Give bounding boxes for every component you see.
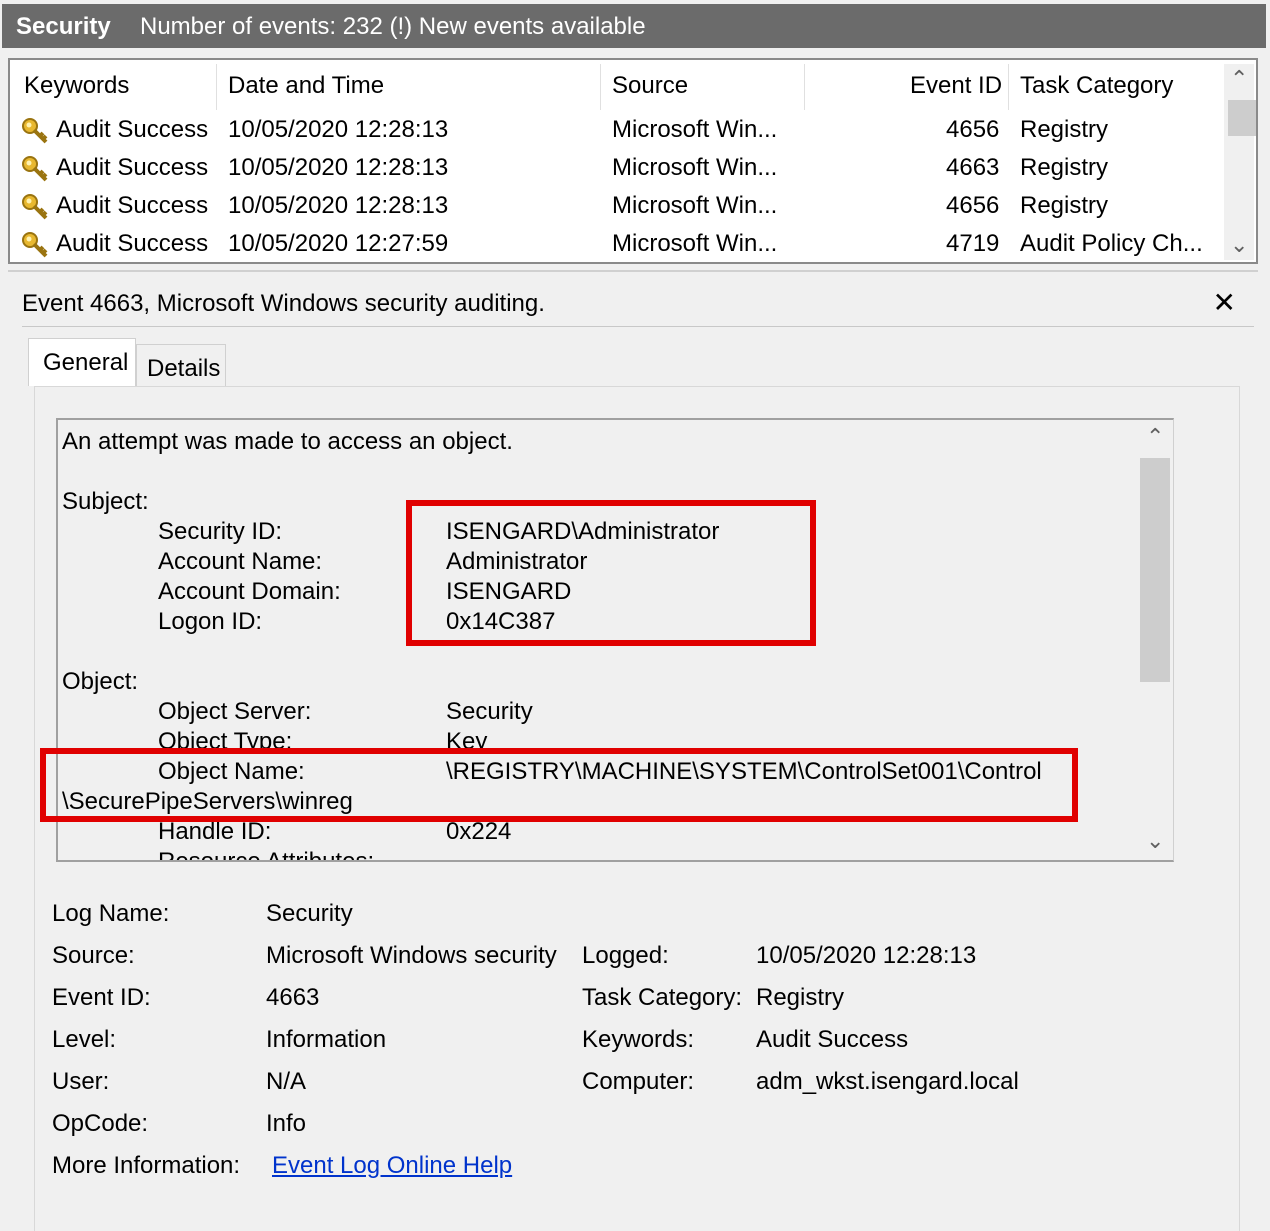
log-name-title: Security	[16, 13, 111, 40]
cell-date-time: 10/05/2020 12:28:13	[228, 192, 449, 219]
prop-value: 10/05/2020 12:28:13	[756, 942, 977, 969]
prop-label: Keywords:	[582, 1026, 695, 1053]
field-value: 0x224	[446, 818, 512, 845]
cell-date-time: 10/05/2020 12:28:13	[228, 154, 449, 181]
column-separator[interactable]	[804, 64, 805, 110]
prop-value: Registry	[756, 984, 845, 1011]
cell-task-category: Registry	[1020, 192, 1109, 219]
prop-label: More Information:	[52, 1152, 241, 1179]
cell-task-category: Registry	[1020, 116, 1109, 143]
column-separator[interactable]	[1008, 64, 1009, 110]
events-status: Number of events: 232 (!) New events ava…	[140, 13, 646, 40]
key-icon	[22, 118, 48, 144]
field-value: -	[446, 848, 454, 862]
table-row[interactable]: Audit Success 10/05/2020 12:28:13 Micros…	[10, 154, 1228, 192]
prop-value: Information	[266, 1026, 387, 1053]
prop-label: User:	[52, 1068, 110, 1095]
close-icon[interactable]: ✕	[1213, 286, 1236, 319]
prop-value: adm_wkst.isengard.local	[756, 1068, 1019, 1095]
column-header-keywords[interactable]: Keywords	[24, 72, 129, 100]
highlight-box-object-name	[40, 748, 1078, 822]
column-header-source[interactable]: Source	[612, 72, 688, 100]
scroll-thumb[interactable]	[1140, 458, 1170, 682]
field-label: Account Domain:	[158, 578, 341, 605]
tab-label: General	[43, 349, 129, 376]
prop-label: Logged:	[582, 942, 669, 969]
prop-value: Security	[266, 900, 353, 927]
highlight-box-subject	[406, 500, 816, 646]
prop-value: Audit Success	[756, 1026, 909, 1053]
prop-label: Task Category:	[582, 984, 743, 1011]
prop-value: 4663	[266, 984, 320, 1011]
scroll-down-icon[interactable]: ⌄	[1146, 828, 1164, 854]
field-label: Logon ID:	[158, 608, 263, 635]
cell-date-time: 10/05/2020 12:27:59	[228, 230, 449, 257]
cell-date-time: 10/05/2020 12:28:13	[228, 116, 449, 143]
prop-label: Log Name:	[52, 900, 170, 927]
field-label: Handle ID:	[158, 818, 272, 845]
cell-event-id: 4656	[946, 116, 1000, 143]
cell-source: Microsoft Win...	[612, 116, 778, 143]
cell-keywords: Audit Success	[56, 230, 209, 257]
prop-label: Computer:	[582, 1068, 695, 1095]
table-row[interactable]: Audit Success 10/05/2020 12:28:13 Micros…	[10, 116, 1228, 154]
tab-general[interactable]: General	[28, 338, 136, 386]
subject-label: Subject:	[62, 488, 149, 515]
event-intro: An attempt was made to access an object.	[62, 428, 513, 455]
cell-keywords: Audit Success	[56, 116, 209, 143]
scroll-down-icon[interactable]: ⌄	[1230, 232, 1248, 258]
column-header-date-time[interactable]: Date and Time	[228, 72, 384, 100]
prop-label: OpCode:	[52, 1110, 149, 1137]
scroll-up-icon[interactable]: ⌃	[1146, 424, 1164, 450]
column-header-event-id[interactable]: Event ID	[910, 72, 1002, 100]
prop-value: N/A	[266, 1068, 307, 1095]
cell-source: Microsoft Win...	[612, 192, 778, 219]
key-icon	[22, 232, 48, 258]
cell-task-category: Registry	[1020, 154, 1109, 181]
event-detail-header: Event 4663, Microsoft Windows security a…	[8, 280, 1258, 326]
description-scrollbar[interactable]: ⌃ ⌄	[1138, 420, 1172, 860]
object-label: Object:	[62, 668, 139, 695]
field-value: Security	[446, 698, 533, 725]
scroll-up-icon[interactable]: ⌃	[1230, 66, 1248, 92]
cell-event-id: 4656	[946, 192, 1000, 219]
cell-task-category: Audit Policy Ch...	[1020, 230, 1203, 257]
key-icon	[22, 156, 48, 182]
event-list[interactable]: Keywords Date and Time Source Event ID T…	[8, 58, 1258, 264]
key-icon	[22, 194, 48, 220]
cell-keywords: Audit Success	[56, 154, 209, 181]
event-log-online-help-link[interactable]: Event Log Online Help	[272, 1152, 512, 1180]
prop-value: Microsoft Windows security	[266, 942, 557, 969]
field-label: Security ID:	[158, 518, 283, 545]
cell-source: Microsoft Win...	[612, 230, 778, 257]
divider	[8, 270, 1258, 272]
divider	[22, 326, 1254, 327]
table-row[interactable]: Audit Success 10/05/2020 12:27:59 Micros…	[10, 230, 1228, 268]
prop-label: Event ID:	[52, 984, 151, 1011]
table-row[interactable]: Audit Success 10/05/2020 12:28:13 Micros…	[10, 192, 1228, 230]
field-label: Account Name:	[158, 548, 323, 575]
cell-event-id: 4663	[946, 154, 1000, 181]
prop-value: Info	[266, 1110, 307, 1137]
column-header-task-category[interactable]: Task Category	[1020, 72, 1173, 100]
list-scrollbar[interactable]: ⌃ ⌄	[1224, 64, 1256, 260]
column-separator[interactable]	[216, 64, 217, 110]
cell-event-id: 4719	[946, 230, 1000, 257]
title-bar: Security Number of events: 232 (!) New e…	[2, 4, 1266, 48]
field-label: Resource Attributes:	[158, 848, 375, 862]
scroll-thumb[interactable]	[1228, 100, 1256, 136]
tab-details[interactable]: Details	[136, 344, 226, 386]
prop-label: Level:	[52, 1026, 117, 1053]
tab-label: Details	[147, 355, 221, 382]
field-label: Object Server:	[158, 698, 312, 725]
prop-label: Source:	[52, 942, 135, 969]
cell-keywords: Audit Success	[56, 192, 209, 219]
column-separator[interactable]	[600, 64, 601, 110]
cell-source: Microsoft Win...	[612, 154, 778, 181]
event-detail-title: Event 4663, Microsoft Windows security a…	[22, 290, 545, 317]
